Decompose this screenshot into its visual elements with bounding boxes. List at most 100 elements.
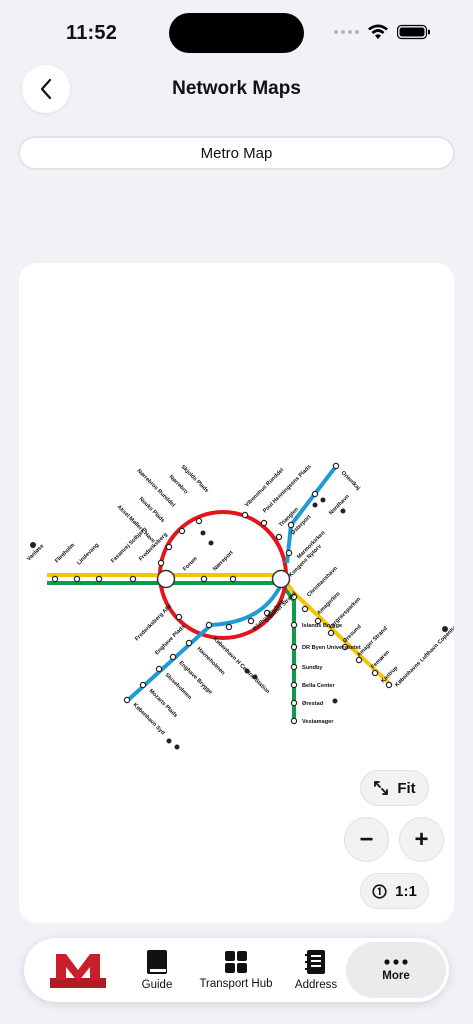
- train-icon[interactable]: [174, 744, 180, 750]
- station-dot[interactable]: [95, 575, 103, 583]
- battery-icon: [397, 24, 430, 40]
- station-dot[interactable]: [195, 517, 203, 525]
- station-dot[interactable]: [290, 643, 298, 651]
- station-dot[interactable]: [157, 559, 165, 567]
- station-dot[interactable]: [129, 575, 137, 583]
- label-forum: Forum: [182, 556, 199, 573]
- cellular-signal-icon: [334, 30, 359, 34]
- station-dot[interactable]: [185, 639, 193, 647]
- label-orestad: Ørestad: [302, 701, 324, 707]
- station-dot[interactable]: [175, 613, 183, 621]
- nav-header: Network Maps: [0, 60, 473, 120]
- label-lufthavnen: Københavns Lufthavn Copenhagen Airport: [394, 603, 454, 688]
- tab-home-metro[interactable]: [46, 938, 110, 1002]
- fit-label: Fit: [397, 779, 416, 797]
- label-orientkaj: Orientkaj: [340, 470, 362, 492]
- train-icon[interactable]: [252, 674, 258, 680]
- zoom-in-button[interactable]: +: [399, 817, 444, 862]
- station-dot[interactable]: [327, 629, 335, 637]
- zoom-out-button[interactable]: −: [344, 817, 389, 862]
- tab-more-label: More: [382, 970, 410, 982]
- page-title: Network Maps: [172, 78, 301, 99]
- tab-address-label: Address: [294, 979, 338, 991]
- plane-icon[interactable]: [442, 626, 448, 632]
- label-lindevang: Lindevang: [76, 542, 100, 566]
- station-dot[interactable]: [165, 543, 173, 551]
- actual-size-button[interactable]: 1:1: [360, 873, 429, 909]
- train-icon[interactable]: [340, 508, 346, 514]
- train-icon[interactable]: [320, 497, 326, 503]
- train-icon[interactable]: [166, 738, 172, 744]
- station-dot[interactable]: [290, 621, 298, 629]
- train-icon[interactable]: [332, 698, 338, 704]
- tab-guide[interactable]: Guide: [132, 938, 182, 1002]
- station-dot[interactable]: [169, 653, 177, 661]
- station-dot[interactable]: [178, 527, 186, 535]
- station-dot[interactable]: [332, 462, 340, 470]
- status-time: 11:52: [66, 22, 118, 44]
- fit-button[interactable]: Fit: [360, 770, 429, 806]
- map-card[interactable]: Vanløse Flintholm Lindevang Fasanvej Sol…: [19, 263, 454, 923]
- status-icons: [334, 24, 431, 40]
- label-frederiksberg-alle: Frederiksberg Allé: [134, 604, 173, 643]
- train-icon[interactable]: [312, 502, 318, 508]
- label-nuuks-plads: Nuuks Plads: [138, 496, 166, 524]
- tab-address[interactable]: Address: [288, 938, 344, 1002]
- dynamic-island: [169, 13, 304, 53]
- train-icon[interactable]: [208, 540, 214, 546]
- map-type-selector[interactable]: Metro Map: [18, 136, 455, 170]
- label-sundby: Sundby: [302, 665, 323, 671]
- train-icon[interactable]: [244, 668, 250, 674]
- station-dot[interactable]: [229, 575, 237, 583]
- station-dot[interactable]: [123, 696, 131, 704]
- train-icon[interactable]: [200, 530, 206, 536]
- train-icon[interactable]: [30, 542, 36, 548]
- label-flintholm: Flintholm: [54, 542, 76, 564]
- station-dot[interactable]: [290, 681, 298, 689]
- station-dot[interactable]: [225, 623, 233, 631]
- station-dot[interactable]: [301, 605, 309, 613]
- label-mozarts-plads: Mozarts Plads: [148, 688, 179, 719]
- label-kobenhavn-syd: København Syd: [132, 702, 167, 737]
- book-icon: [147, 950, 167, 974]
- metro-map[interactable]: Vanløse Flintholm Lindevang Fasanvej Sol…: [19, 263, 454, 923]
- expand-arrows-icon: [374, 781, 389, 795]
- station-dot[interactable]: [311, 490, 319, 498]
- station-dot[interactable]: [385, 681, 393, 689]
- station-dot[interactable]: [290, 663, 298, 671]
- tab-transport-hub-label: Transport Hub: [199, 978, 273, 990]
- label-amagerbro: Amagerbro: [316, 591, 342, 617]
- tab-bar: Guide Transport Hub Address More: [24, 938, 449, 1002]
- station-dot[interactable]: [260, 519, 268, 527]
- interchange-kongens-nytorv[interactable]: [271, 569, 291, 589]
- grid-icon: [225, 951, 247, 973]
- station-dot[interactable]: [290, 699, 298, 707]
- label-norreport: Nørreport: [212, 550, 235, 573]
- station-dot[interactable]: [200, 575, 208, 583]
- tab-transport-hub[interactable]: Transport Hub: [194, 938, 278, 1002]
- label-sluseholmen: Sluseholmen: [164, 672, 193, 701]
- station-dot[interactable]: [155, 665, 163, 673]
- station-dot[interactable]: [247, 617, 255, 625]
- interchange-frederiksberg[interactable]: [156, 569, 176, 589]
- tab-more[interactable]: More: [346, 942, 446, 998]
- label-femoren: Femøren: [370, 649, 391, 670]
- station-dot[interactable]: [241, 511, 249, 519]
- number-one-circle-icon: [372, 883, 387, 899]
- station-dot[interactable]: [285, 549, 293, 557]
- label-vestamager: Vestamager: [302, 719, 334, 725]
- station-dot[interactable]: [205, 621, 213, 629]
- label-dr-byen: DR Byen Universitetet: [302, 645, 361, 651]
- status-bar: 11:52: [0, 0, 473, 60]
- tab-guide-label: Guide: [141, 979, 173, 991]
- selected-map-label: Metro Map: [200, 144, 273, 162]
- station-dot[interactable]: [275, 533, 283, 541]
- station-dot[interactable]: [287, 521, 295, 529]
- ellipsis-icon: [384, 959, 408, 965]
- label-havneholmen: Havneholmen: [196, 646, 227, 677]
- station-dot[interactable]: [139, 681, 147, 689]
- station-dot[interactable]: [51, 575, 59, 583]
- station-dot[interactable]: [73, 575, 81, 583]
- station-dot[interactable]: [290, 717, 298, 725]
- station-dot[interactable]: [371, 669, 379, 677]
